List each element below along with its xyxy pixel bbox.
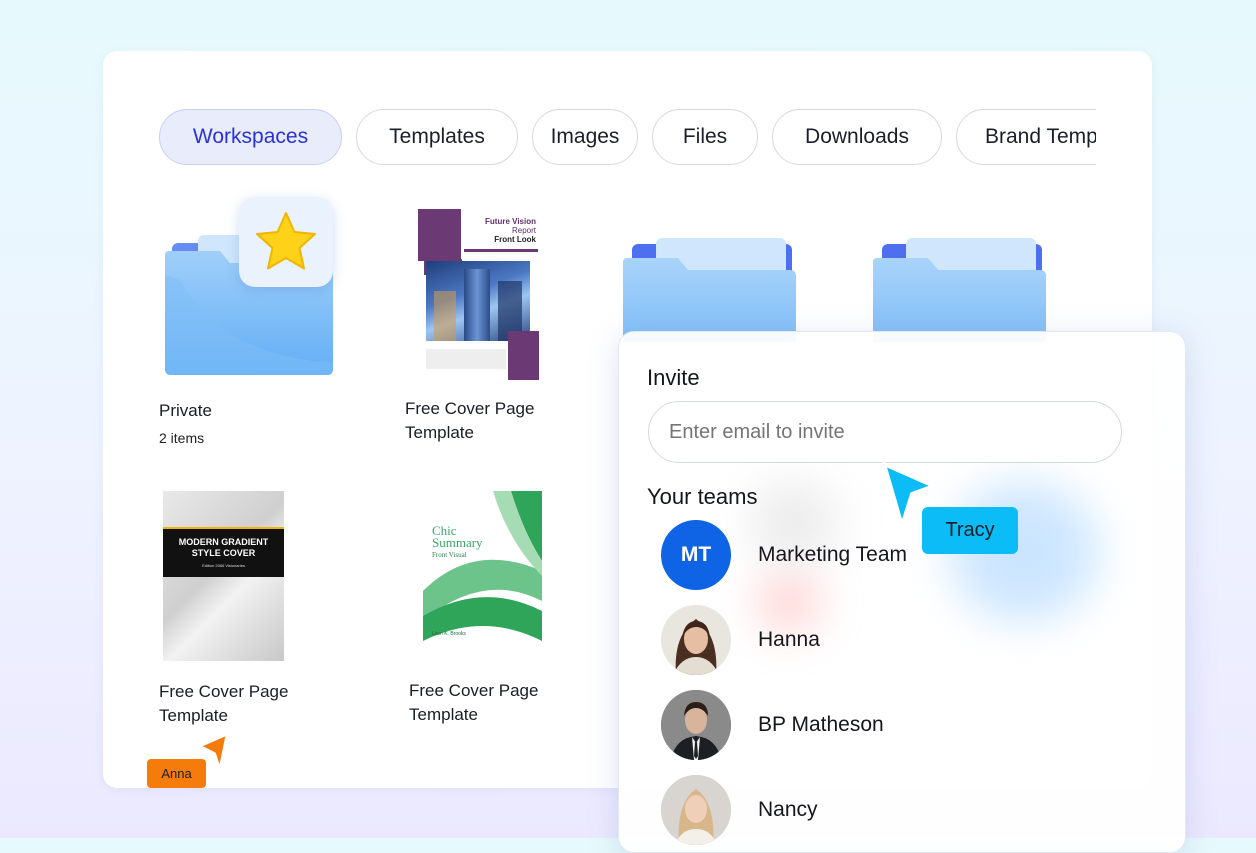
member-name: Hanna — [758, 628, 820, 651]
cover-thumbnail-2[interactable]: MODERN GRADIENT STYLE COVER Edition 2066… — [163, 491, 284, 661]
person-photo-icon — [661, 605, 731, 675]
tab-label: Files — [682, 125, 728, 148]
cover-heading: Chic Summary Front Visual — [432, 524, 483, 561]
avatar — [661, 775, 731, 845]
avatar: MT — [661, 520, 731, 590]
tab-label: Templates — [389, 125, 485, 148]
cover-heading-line: STYLE COVER — [191, 548, 256, 558]
tab-bar: Workspaces Templates Images Files Downlo… — [159, 109, 1096, 167]
tab-images[interactable]: Images — [532, 109, 638, 165]
tab-brand-templates[interactable]: Brand Templates — [956, 109, 1096, 165]
person-photo-icon — [661, 775, 731, 845]
title-line: Free Cover Page — [159, 682, 289, 701]
cover-heading-line: Front Visual — [432, 551, 467, 559]
member-name: Nancy — [758, 798, 818, 821]
cover-heading-line: MODERN GRADIENT — [178, 537, 269, 547]
private-title: Private — [159, 401, 212, 420]
cover-thumbnail-3[interactable]: Chic Summary Front Visual Liam K. Brooks — [423, 491, 542, 661]
private-folder[interactable] — [160, 195, 340, 380]
cover-1-title: Free Cover Page Template — [405, 397, 534, 445]
title-line: Template — [405, 423, 474, 442]
cover-heading-line: Future Vision — [485, 217, 536, 226]
person-photo-icon — [661, 690, 731, 760]
tab-files[interactable]: Files — [652, 109, 758, 165]
tab-label: Downloads — [805, 125, 909, 148]
member-name: BP Matheson — [758, 713, 884, 736]
tab-label: Brand Templates — [985, 125, 1096, 148]
title-line: Free Cover Page — [405, 399, 535, 418]
tab-templates[interactable]: Templates — [356, 109, 518, 165]
cover-heading-line: Summary — [432, 535, 483, 550]
folder-icon — [623, 238, 796, 342]
title-line: Template — [159, 706, 228, 725]
cover-heading: Future Vision Report Front Look — [466, 217, 536, 244]
building-photo — [426, 261, 530, 341]
cover-title-band: MODERN GRADIENT STYLE COVER Edition 2066… — [163, 527, 284, 577]
avatar — [661, 605, 731, 675]
title-line: Template — [409, 705, 478, 724]
tab-workspaces[interactable]: Workspaces — [159, 109, 342, 165]
star-icon — [256, 212, 316, 270]
folder-icon — [873, 238, 1046, 342]
team-member-nancy[interactable]: Nancy — [661, 775, 818, 845]
cursor-name: Anna — [161, 766, 192, 781]
cover-heading-line: Front Look — [494, 235, 536, 244]
cover-accent-block — [418, 209, 461, 261]
member-name: Marketing Team — [758, 543, 908, 566]
tracy-cursor-label: Tracy — [922, 507, 1018, 554]
team-member-bp-matheson[interactable]: BP Matheson — [661, 690, 884, 760]
avatar-initials: MT — [680, 543, 712, 566]
title-line: Free Cover Page — [409, 681, 539, 700]
star-badge — [239, 197, 333, 287]
teams-heading: Your teams — [647, 484, 758, 509]
cover-heading-line: Report — [511, 226, 536, 235]
cover-rule — [464, 249, 538, 252]
tab-downloads[interactable]: Downloads — [772, 109, 942, 165]
tab-label: Workspaces — [192, 125, 309, 148]
invite-panel: Invite Your teams MT Marketing Team Hann… — [618, 331, 1186, 853]
cursor-name: Tracy — [945, 519, 995, 541]
cover-3-title: Free Cover Page Template — [409, 679, 538, 727]
anna-cursor-label: Anna — [147, 759, 206, 788]
cover-accent-block — [508, 331, 539, 380]
folder-2[interactable] — [620, 222, 800, 342]
invite-title: Invite — [647, 365, 700, 390]
cover-edition: Edition 2066 Visionaries — [202, 563, 245, 568]
tab-label: Images — [550, 125, 620, 148]
cover-author: Liam K. Brooks — [432, 631, 466, 637]
team-member-hanna[interactable]: Hanna — [661, 605, 820, 675]
cover-2-title: Free Cover Page Template — [159, 680, 288, 728]
avatar — [661, 690, 731, 760]
invite-email-input[interactable] — [648, 401, 1122, 463]
folder-3[interactable] — [870, 222, 1050, 342]
cover-meta — [426, 349, 506, 369]
team-member-marketing[interactable]: MT Marketing Team — [661, 520, 907, 590]
private-count: 2 items — [159, 430, 205, 446]
cover-thumbnail-1[interactable]: Future Vision Report Front Look — [418, 209, 539, 380]
